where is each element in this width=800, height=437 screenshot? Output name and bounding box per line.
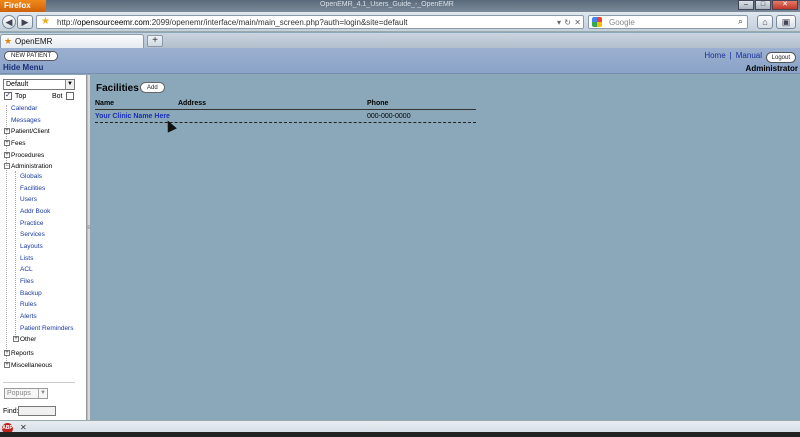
menu-item-calendar[interactable]: Calendar	[11, 105, 37, 112]
menu-item-backup[interactable]: Backup	[20, 290, 42, 297]
table-row[interactable]: Your Clinic Name Here 000-000-0000	[95, 112, 476, 123]
menu-item-procedures[interactable]: Procedures	[11, 152, 44, 159]
minimize-button[interactable]: –	[738, 0, 754, 10]
menu-item-patient-client[interactable]: Patient/Client	[11, 128, 50, 135]
top-label: Top	[15, 93, 27, 100]
page-title: Facilities	[96, 83, 139, 94]
hide-menu-link[interactable]: Hide Menu	[3, 63, 43, 72]
url-bar[interactable]: ★ http://opensourceemr.com:2099/openemr/…	[36, 15, 584, 29]
menu-item-users[interactable]: Users	[20, 196, 37, 203]
bot-checkbox[interactable]	[66, 92, 74, 100]
back-arrow-icon: ◀	[5, 17, 13, 27]
menu-item-addr-book[interactable]: Addr Book	[20, 208, 50, 215]
facility-phone: 000-000-0000	[367, 113, 411, 120]
menu-item-reports[interactable]: Reports	[11, 350, 34, 357]
bot-label: Bot	[52, 93, 63, 100]
menu-item-miscellaneous[interactable]: Miscellaneous	[11, 362, 52, 369]
reload-icon[interactable]: ↻	[564, 18, 571, 27]
expand-icon[interactable]: +	[13, 336, 19, 342]
facility-name-link[interactable]: Your Clinic Name Here	[95, 113, 170, 120]
search-icon[interactable]: ⌕	[738, 16, 743, 27]
url-text[interactable]: http://opensourceemr.com:2099/openemr/in…	[57, 18, 407, 27]
top-checkbox[interactable]: ✓	[4, 92, 12, 100]
menu-item-messages[interactable]: Messages	[11, 117, 41, 124]
menu-item-lists[interactable]: Lists	[20, 255, 33, 262]
column-phone: Phone	[367, 100, 389, 107]
menu-item-acl[interactable]: ACL	[20, 266, 33, 273]
user-label: Administrator	[745, 64, 798, 73]
menu-item-globals[interactable]: Globals	[20, 173, 42, 180]
header-separator: |	[729, 51, 732, 60]
dropdown-arrow-icon[interactable]: ▾	[557, 18, 561, 27]
expand-icon[interactable]: +	[4, 152, 10, 158]
collapse-icon[interactable]: −	[4, 163, 10, 169]
emr-header: NEW PATIENT Hide Menu Home | Manual Logout…	[0, 48, 800, 74]
puzzle-icon: ▣	[781, 17, 791, 27]
menu-item-patient-reminders[interactable]: Patient Reminders	[20, 325, 73, 332]
logout-button[interactable]: Logout	[765, 52, 796, 63]
chevron-down-icon: ▼	[38, 389, 47, 398]
window-title: OpenEMR_4.1_Users_Guide_-_OpenEMR	[320, 1, 454, 8]
popups-select[interactable]: Popups ▼	[4, 388, 48, 399]
back-button[interactable]: ◀	[2, 15, 16, 29]
browser-navbar: ◀ ▶ ★ http://opensourceemr.com:2099/open…	[0, 12, 800, 32]
expand-icon[interactable]: +	[4, 362, 10, 368]
menu-item-practice[interactable]: Practice	[20, 220, 43, 227]
left-menu: Default ▼ ✓ Top Bot Calendar Messages + …	[0, 75, 87, 427]
menu-set-select[interactable]: Default ▼	[3, 79, 75, 90]
home-button[interactable]: ⌂	[757, 15, 773, 29]
menu-divider	[3, 382, 75, 383]
manual-link[interactable]: Manual	[736, 51, 762, 60]
new-tab-button[interactable]: +	[147, 35, 163, 47]
main-content: Facilities Add Name Address Phone Your C…	[90, 75, 800, 420]
tree-line-sub	[15, 171, 16, 337]
expand-icon[interactable]: +	[4, 128, 10, 134]
table-header: Name Address Phone	[95, 100, 476, 110]
menu-item-fees[interactable]: Fees	[11, 140, 25, 147]
tab-label: OpenEMR	[15, 37, 53, 46]
popups-value: Popups	[7, 390, 31, 397]
find-label: Find:	[3, 408, 19, 415]
new-patient-button[interactable]: NEW PATIENT	[4, 51, 59, 61]
menu-item-alerts[interactable]: Alerts	[20, 313, 37, 320]
column-address: Address	[178, 100, 207, 107]
addons-button[interactable]: ▣	[776, 15, 796, 29]
close-window-button[interactable]: ✕	[772, 0, 798, 10]
firefox-menu-button[interactable]: Firefox	[0, 0, 46, 12]
forward-button[interactable]: ▶	[17, 15, 33, 29]
forward-arrow-icon: ▶	[21, 17, 29, 27]
column-name: Name	[95, 100, 115, 107]
bookmark-star-icon[interactable]: ★	[41, 16, 50, 28]
menu-item-other[interactable]: Other	[20, 336, 36, 343]
search-placeholder: Google	[609, 18, 635, 27]
home-icon: ⌂	[762, 17, 768, 27]
menu-item-rules[interactable]: Rules	[20, 301, 37, 308]
close-addon-bar-button[interactable]: ✕	[20, 423, 27, 432]
find-input[interactable]	[18, 406, 56, 416]
expand-icon[interactable]: +	[4, 140, 10, 146]
stop-icon[interactable]: ✕	[574, 18, 581, 27]
menu-item-services[interactable]: Services	[20, 231, 45, 238]
tab-openemr[interactable]: ★ OpenEMR	[0, 34, 144, 48]
menu-item-administration[interactable]: Administration	[11, 163, 52, 170]
taskbar	[0, 432, 800, 437]
chevron-down-icon: ▼	[65, 80, 74, 89]
menu-item-facilities[interactable]: Facilities	[20, 185, 45, 192]
openemr-favicon-icon: ★	[4, 36, 13, 46]
home-link[interactable]: Home	[704, 51, 725, 60]
add-facility-button[interactable]: Add	[140, 82, 165, 93]
search-bar[interactable]: Google ⌕	[588, 15, 748, 29]
menu-set-value: Default	[6, 81, 29, 88]
browser-titlebar: Firefox OpenEMR_4.1_Users_Guide_-_OpenEM…	[0, 0, 800, 12]
tab-bar: ★ OpenEMR +	[0, 33, 800, 48]
google-icon[interactable]	[592, 17, 602, 27]
menu-item-layouts[interactable]: Layouts	[20, 243, 43, 250]
header-links: Home | Manual	[704, 51, 762, 60]
maximize-button[interactable]: □	[755, 0, 771, 10]
menu-item-files[interactable]: Files	[20, 278, 34, 285]
expand-icon[interactable]: +	[4, 350, 10, 356]
